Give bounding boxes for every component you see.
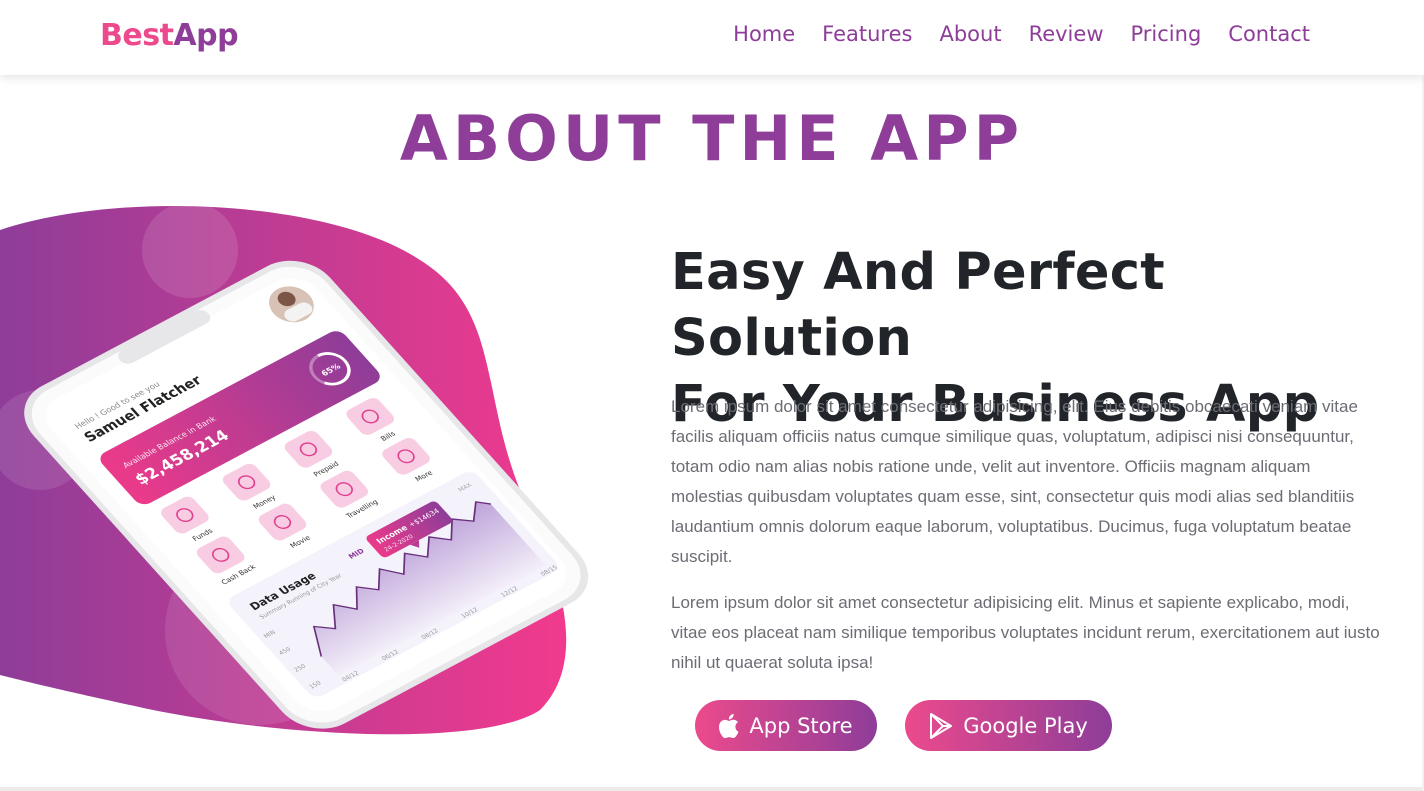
navbar: BestApp Home Features About Review Prici… bbox=[0, 0, 1424, 75]
nav-contact[interactable]: Contact bbox=[1228, 22, 1310, 46]
nav-review[interactable]: Review bbox=[1029, 22, 1104, 46]
hero-headline-line-1: Easy And Perfect Solution bbox=[671, 243, 1165, 368]
app-store-label: App Store bbox=[749, 713, 853, 738]
google-play-label: Google Play bbox=[963, 713, 1088, 738]
nav-about[interactable]: About bbox=[939, 22, 1001, 46]
brand-part-1: Best bbox=[100, 18, 174, 53]
hero-paragraph-1: Lorem ipsum dolor sit amet consectetur a… bbox=[671, 397, 1358, 566]
hero-paragraph-2: Lorem ipsum dolor sit amet consectetur a… bbox=[671, 593, 1380, 672]
phone-mockup-illustration: Hello ! Good to see you Samuel Flatcher … bbox=[0, 202, 589, 735]
nav-features[interactable]: Features bbox=[822, 22, 912, 46]
main-nav: Home Features About Review Pricing Conta… bbox=[733, 22, 1310, 46]
hero-illustration: Hello ! Good to see you Samuel Flatcher … bbox=[0, 190, 640, 750]
google-play-button[interactable]: Google Play bbox=[905, 700, 1112, 751]
section-divider bbox=[0, 787, 1424, 791]
nav-home[interactable]: Home bbox=[733, 22, 795, 46]
brand-logo[interactable]: BestApp bbox=[100, 18, 239, 53]
apple-icon bbox=[719, 713, 739, 738]
brand-part-2: App bbox=[173, 18, 239, 53]
nav-pricing[interactable]: Pricing bbox=[1131, 22, 1202, 46]
section-title: ABOUT THE APP bbox=[399, 102, 1025, 175]
app-store-button[interactable]: App Store bbox=[695, 700, 877, 751]
google-play-icon bbox=[929, 712, 953, 739]
